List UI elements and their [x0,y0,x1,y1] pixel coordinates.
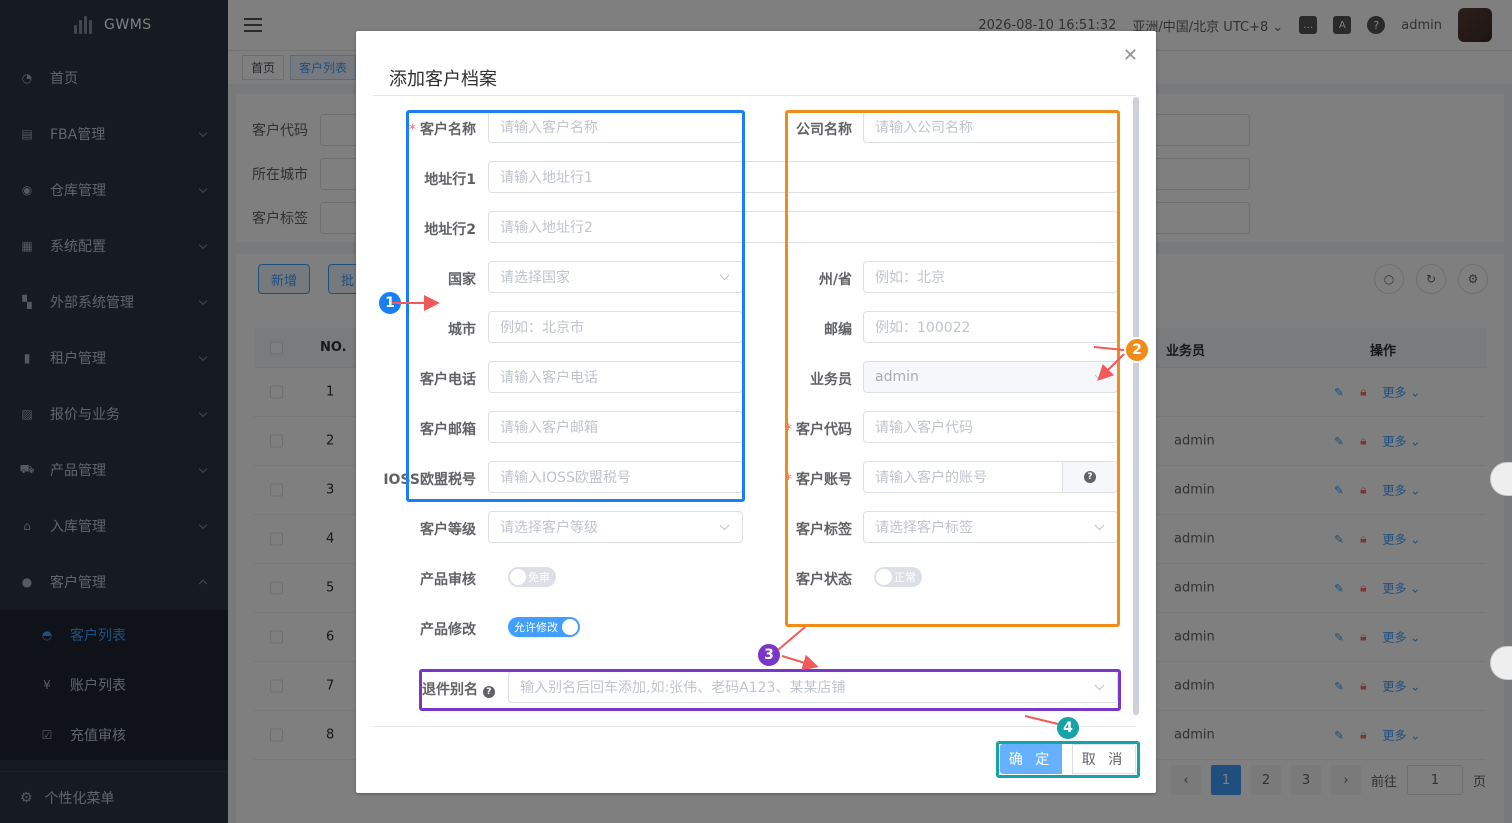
annotation-box-1 [406,110,745,502]
dialog-title: 添加客户档案 [389,69,497,90]
annotation-box-4 [996,741,1140,778]
annotation-box-2 [785,110,1120,627]
product-modify-switch-text: 允许修改 [514,621,558,634]
annotation-badge-2: 2 [1124,337,1150,363]
product-modify-switch[interactable]: 允许修改 [508,617,580,637]
label-customer-level: 客户等级 [420,522,476,538]
product-review-switch-text: 免审 [528,571,550,584]
close-icon[interactable]: ✕ [1123,45,1138,66]
label-product-review: 产品审核 [420,572,476,588]
chevron-down-icon [719,520,730,531]
annotation-badge-4: 4 [1055,715,1081,741]
dialog-scrollbar[interactable] [1133,97,1139,715]
annotation-badge-1: 1 [377,290,403,316]
annotation-badge-3: 3 [756,642,782,668]
label-product-modify: 产品修改 [420,622,476,638]
customer-level-select[interactable]: 请选择客户等级 [488,511,743,543]
customer-level-text: 请选择客户等级 [500,520,598,536]
annotation-box-3 [419,669,1121,711]
product-review-switch[interactable]: 免审 [508,567,556,587]
